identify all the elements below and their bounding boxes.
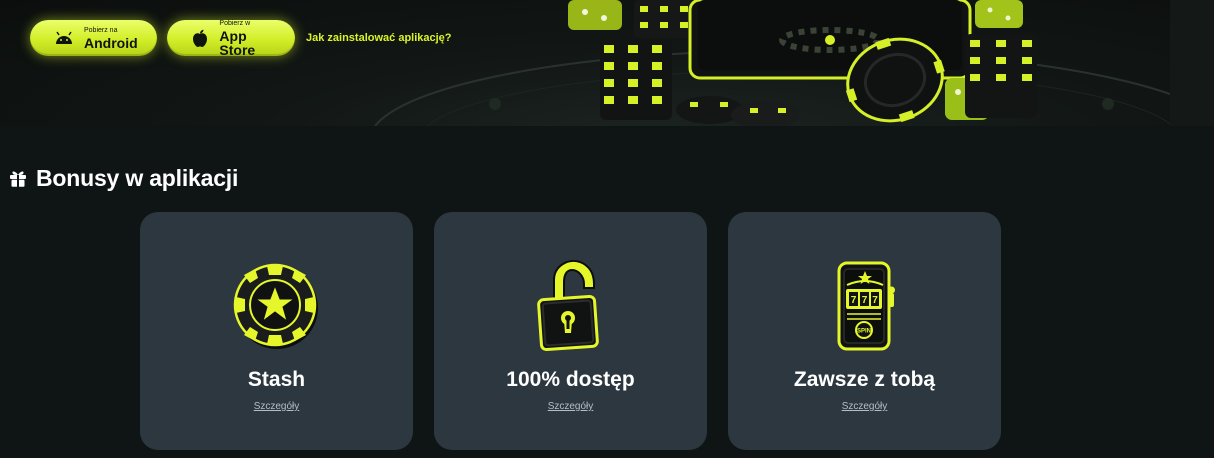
card-title: Zawsze z tobą bbox=[793, 368, 936, 391]
gift-icon bbox=[10, 171, 26, 187]
bonus-card-always-with-you: 7 7 7 SPIN Zawsze z tobą Szczegóły bbox=[728, 212, 1001, 450]
chips-front bbox=[676, 96, 799, 126]
card-details-link[interactable]: Szczegóły bbox=[842, 401, 888, 412]
hero-edge bbox=[1170, 0, 1214, 126]
apple-icon bbox=[191, 28, 209, 48]
open-padlock-icon bbox=[521, 256, 621, 356]
hero-banner: Pobierz na Android Pobierz w App Store J… bbox=[0, 0, 1170, 126]
svg-text:7: 7 bbox=[872, 295, 878, 306]
page: Pobierz na Android Pobierz w App Store J… bbox=[0, 0, 1214, 458]
download-appstore-button[interactable]: Pobierz w App Store bbox=[167, 19, 295, 58]
phone-slot-icon: 7 7 7 SPIN bbox=[815, 256, 915, 356]
how-to-install-link[interactable]: Jak zainstalować aplikację? bbox=[306, 32, 452, 44]
appstore-button-caption: Pobierz w bbox=[219, 19, 251, 27]
svg-text:7: 7 bbox=[850, 295, 856, 306]
card-details-link[interactable]: Szczegóły bbox=[254, 401, 300, 412]
appstore-button-label: App Store bbox=[219, 27, 256, 58]
android-button-label: Android bbox=[84, 34, 138, 51]
android-button-caption: Pobierz na bbox=[84, 26, 118, 34]
dice-left bbox=[568, 0, 622, 30]
bonuses-header: Bonusy w aplikacji bbox=[8, 165, 238, 191]
android-icon bbox=[54, 28, 74, 48]
bonus-card-stash: Stash Szczegóły bbox=[140, 212, 413, 450]
casino-scene-illustration bbox=[374, 0, 1170, 126]
download-android-button[interactable]: Pobierz na Android bbox=[30, 20, 157, 56]
card-details-link[interactable]: Szczegóły bbox=[548, 401, 594, 412]
svg-text:7: 7 bbox=[861, 295, 867, 306]
bonus-card-full-access: 100% dostęp Szczegóły bbox=[434, 212, 707, 450]
poker-chip-star-icon bbox=[227, 256, 327, 356]
card-title: Stash bbox=[247, 368, 306, 391]
chip-stack-right bbox=[965, 34, 1037, 118]
spin-label: SPIN bbox=[856, 329, 870, 335]
card-title: 100% dostęp bbox=[506, 368, 635, 391]
bonuses-title: Bonusy w aplikacji bbox=[36, 164, 239, 191]
